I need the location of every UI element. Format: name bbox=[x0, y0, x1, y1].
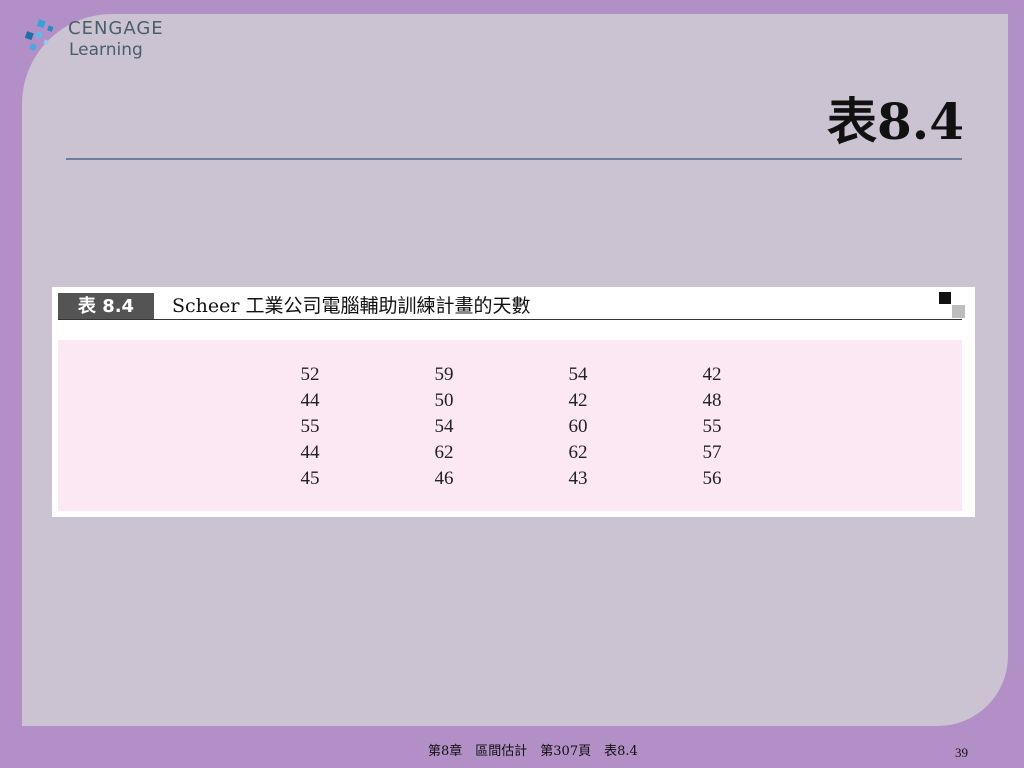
table-cell: 42 bbox=[702, 364, 722, 385]
table-cell: 62 bbox=[434, 442, 454, 463]
table-cell: 57 bbox=[702, 442, 722, 463]
table-card: 表 8.4 Scheer 工業公司電腦輔助訓練計畫的天數 52 44 55 44 45 5… bbox=[52, 287, 975, 517]
table-data-area: 52 44 55 44 45 59 50 54 62 46 54 42 60 62 43 42 48 55 57 56 bbox=[58, 340, 962, 511]
table-cell: 55 bbox=[702, 416, 722, 437]
cengage-logo-mark-icon bbox=[24, 19, 54, 51]
title-divider bbox=[66, 158, 962, 160]
cengage-logo: CENGAGE Learning bbox=[24, 16, 184, 66]
table-badge: 表 8.4 bbox=[58, 293, 154, 320]
table-cell: 44 bbox=[300, 442, 320, 463]
footer-reference: 第8章 區間估計 第307頁 表8.4 bbox=[428, 744, 638, 759]
table-cell: 48 bbox=[702, 390, 722, 411]
table-cell: 60 bbox=[568, 416, 588, 437]
table-cell: 54 bbox=[568, 364, 588, 385]
table-cell: 45 bbox=[300, 468, 320, 489]
table-cell: 59 bbox=[434, 364, 454, 385]
table-cell: 52 bbox=[300, 364, 320, 385]
table-cell: 56 bbox=[702, 468, 722, 489]
table-caption: Scheer 工業公司電腦輔助訓練計畫的天數 bbox=[172, 295, 531, 317]
table-cell: 46 bbox=[434, 468, 454, 489]
table-cell: 50 bbox=[434, 390, 454, 411]
caption-rule bbox=[58, 319, 962, 320]
slide-title: 表8.4 bbox=[827, 92, 964, 151]
table-cell: 44 bbox=[300, 390, 320, 411]
table-cell: 43 bbox=[568, 468, 588, 489]
table-cell: 54 bbox=[434, 416, 454, 437]
logo-text-cengage: CENGAGE bbox=[68, 18, 164, 39]
corner-squares-icon bbox=[939, 292, 965, 318]
table-cell: 62 bbox=[568, 442, 588, 463]
table-cell: 42 bbox=[568, 390, 588, 411]
table-cell: 55 bbox=[300, 416, 320, 437]
logo-text-learning: Learning bbox=[69, 40, 143, 60]
page-number: 39 bbox=[955, 745, 968, 760]
